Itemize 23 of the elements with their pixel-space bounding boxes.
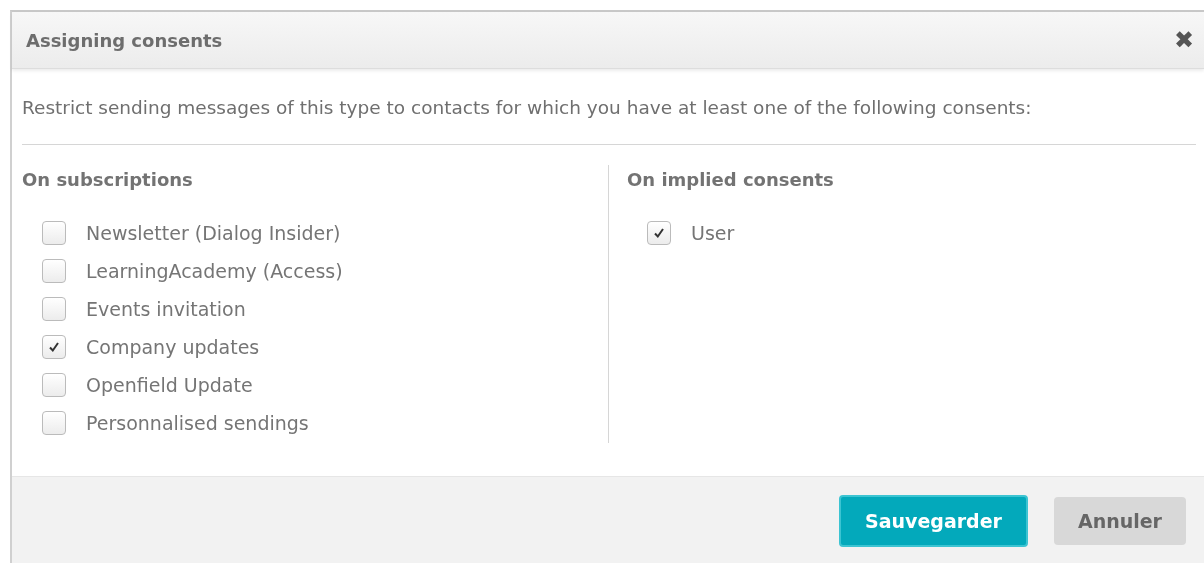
close-button[interactable]: ✖	[1170, 28, 1198, 52]
check-icon	[653, 227, 665, 239]
save-button[interactable]: Sauvegarder	[839, 495, 1028, 547]
section-heading: On subscriptions	[22, 169, 194, 190]
checkbox[interactable]	[42, 297, 66, 321]
checkbox[interactable]	[647, 221, 671, 245]
checkbox-label[interactable]: Personnalised sendings	[86, 412, 309, 434]
checkbox-label[interactable]: Openfield Update	[86, 374, 253, 396]
checkbox-label[interactable]: Events invitation	[86, 298, 246, 320]
section-heading: On implied consents	[627, 169, 835, 190]
checkbox[interactable]	[42, 411, 66, 435]
checkbox-label[interactable]: Newsletter (Dialog Insider)	[86, 222, 341, 244]
dialog-title: Assigning consents	[26, 29, 223, 51]
checkbox[interactable]	[42, 259, 66, 283]
checkbox-label[interactable]: User	[691, 222, 735, 244]
intro-text: Restrict sending messages of this type to contacts for which you have at least one of the following consents:	[22, 97, 1033, 118]
checkbox[interactable]	[42, 221, 66, 245]
checkbox[interactable]	[42, 373, 66, 397]
checkbox-label[interactable]: LearningAcademy (Access)	[86, 260, 343, 282]
checkbox[interactable]	[42, 335, 66, 359]
checkbox-label[interactable]: Company updates	[86, 336, 260, 358]
check-icon	[48, 341, 60, 353]
cancel-button[interactable]: Annuler	[1053, 497, 1186, 545]
